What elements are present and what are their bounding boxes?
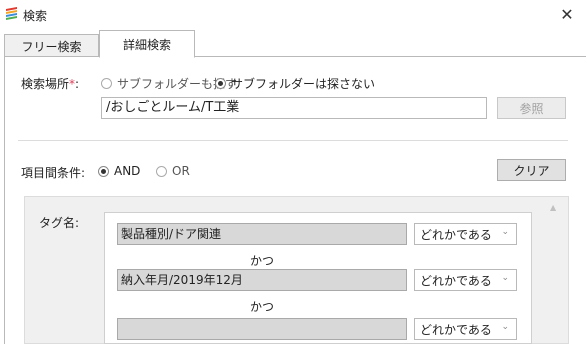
connector-label: かつ bbox=[249, 254, 274, 268]
window-title: 検索 bbox=[23, 9, 48, 23]
chevron-down-icon: ⌄ bbox=[501, 322, 509, 332]
radio-unselected-icon bbox=[156, 165, 167, 177]
tab-advanced-search[interactable]: 詳細検索 bbox=[99, 30, 195, 58]
tag-field-1[interactable]: 製品種別/ドア関連 bbox=[117, 223, 407, 245]
radio-exclude-subfolders[interactable]: サブフォルダーは探さない bbox=[215, 75, 375, 92]
app-logo-icon bbox=[6, 7, 17, 20]
tab-bar: フリー検索 詳細検索 bbox=[0, 28, 586, 59]
radio-selected-icon bbox=[98, 165, 109, 177]
radio-label: AND bbox=[114, 164, 141, 178]
close-icon[interactable]: ✕ bbox=[548, 0, 586, 28]
chevron-down-icon: ⌄ bbox=[501, 273, 509, 283]
chevron-down-icon: ⌄ bbox=[501, 227, 509, 237]
match-dropdown-1[interactable]: どれかである ⌄ bbox=[414, 223, 517, 245]
radio-label: サブフォルダーは探さない bbox=[231, 77, 376, 91]
radio-or[interactable]: OR bbox=[156, 164, 190, 178]
search-path-field[interactable]: /おしごとルーム/T工業 bbox=[101, 97, 487, 119]
match-dropdown-3[interactable]: どれかである ⌄ bbox=[414, 318, 517, 340]
title-bar: 検索 ✕ bbox=[0, 0, 586, 28]
item-condition-label: 項目間条件: bbox=[21, 166, 86, 180]
match-dropdown-2[interactable]: どれかである ⌄ bbox=[414, 269, 517, 291]
tag-name-label: タグ名: bbox=[39, 216, 80, 230]
section-divider bbox=[18, 140, 568, 141]
radio-unselected-icon bbox=[101, 78, 112, 89]
radio-selected-icon bbox=[215, 78, 226, 89]
connector-label: かつ bbox=[249, 300, 274, 314]
search-location-label: 検索場所*: bbox=[21, 77, 80, 91]
tag-field-2[interactable]: 納入年月/2019年12月 bbox=[117, 269, 407, 291]
radio-label: OR bbox=[172, 164, 190, 178]
clear-button[interactable]: クリア bbox=[497, 159, 566, 181]
scroll-up-icon[interactable]: ▲ bbox=[550, 203, 556, 212]
tag-field-3[interactable] bbox=[117, 318, 407, 340]
radio-and[interactable]: AND bbox=[98, 164, 140, 178]
browse-button[interactable]: 参照 bbox=[497, 97, 566, 119]
